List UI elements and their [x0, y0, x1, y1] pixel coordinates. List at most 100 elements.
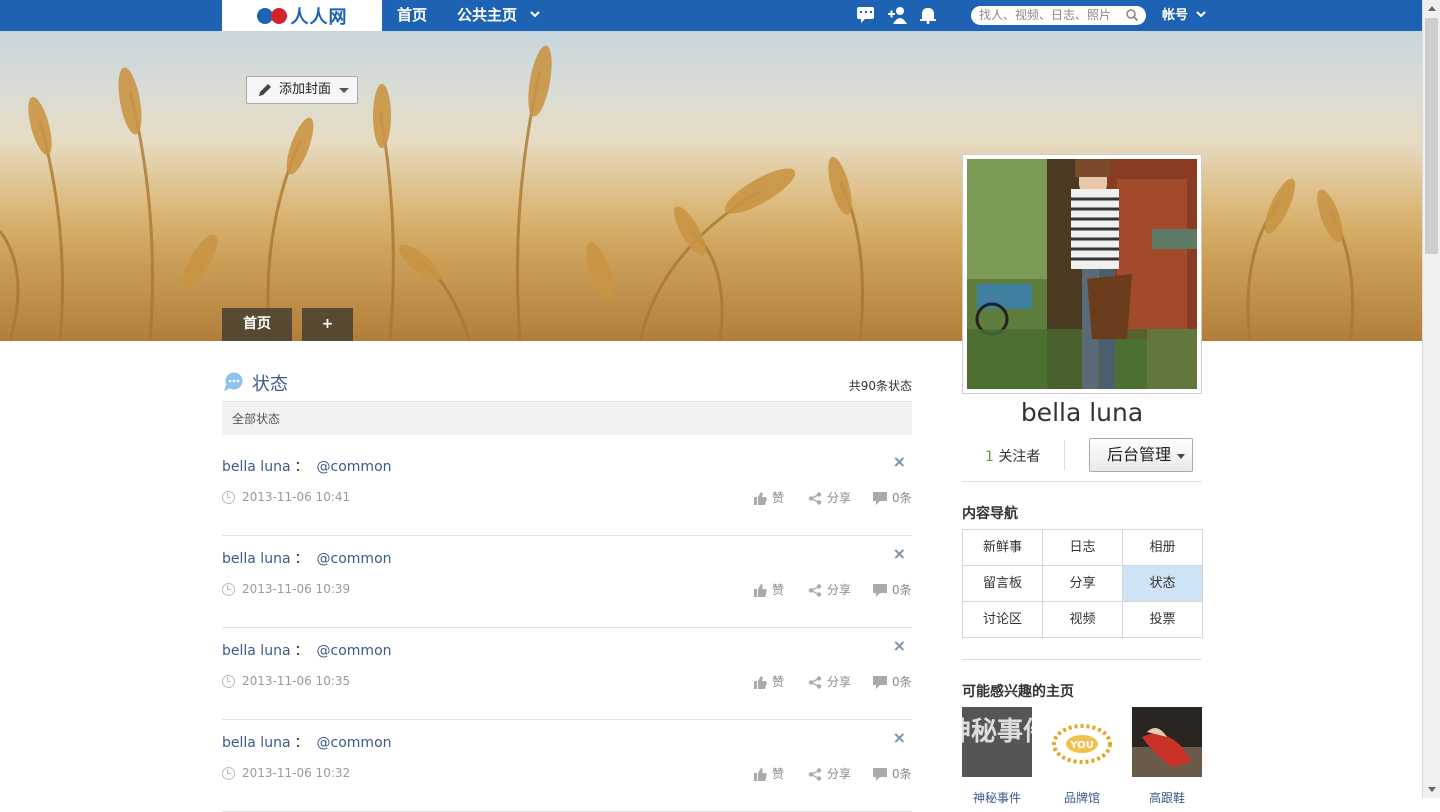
search-placeholder: 找人、视频、日志、照片	[979, 8, 1112, 22]
nav-home-link[interactable]: 首页	[397, 0, 427, 31]
search-icon[interactable]	[1126, 9, 1138, 21]
thumb-text: 神秘事件	[962, 716, 1032, 747]
content-nav-grid: 新鲜事 日志 相册留言板 分享 状态讨论区 视频 投票	[962, 529, 1203, 638]
share-button[interactable]: 分享	[808, 581, 851, 598]
thumbs-up-icon	[754, 492, 767, 505]
status-content: bella luna： @common	[222, 548, 392, 568]
status-author-link[interactable]: bella luna	[222, 735, 291, 751]
comment-count: 0条	[892, 583, 912, 597]
status-colon: ：	[294, 551, 309, 567]
search-input[interactable]: 找人、视频、日志、照片	[971, 6, 1146, 25]
content-nav-album[interactable]: 相册	[1123, 530, 1203, 566]
chevron-down-icon	[530, 11, 540, 18]
tab-home[interactable]: 首页	[222, 308, 292, 341]
page-scrollbar[interactable]	[1422, 0, 1440, 798]
clock-icon	[222, 491, 235, 504]
share-button[interactable]: 分享	[808, 673, 851, 690]
comment-button[interactable]: 0条	[873, 581, 912, 598]
comment-count: 0条	[892, 767, 912, 781]
status-time-text: 2013-11-06 10:41	[242, 490, 351, 504]
like-button[interactable]: 赞	[754, 765, 784, 782]
comment-icon	[873, 676, 887, 689]
like-button[interactable]: 赞	[754, 673, 784, 690]
content-nav-status[interactable]: 状态	[1123, 566, 1203, 602]
recommended-page[interactable]: 高跟鞋	[1132, 707, 1202, 806]
status-mention-link[interactable]: @common	[317, 735, 392, 751]
tab-add[interactable]: +	[302, 308, 353, 341]
renren-logo-icon	[256, 6, 289, 26]
status-author-link[interactable]: bella luna	[222, 643, 291, 659]
logo-text: 人人网	[290, 6, 348, 28]
cover-banner: 添加封面 首页 +	[0, 31, 1422, 341]
comment-icon	[873, 492, 887, 505]
clock-icon	[222, 675, 235, 688]
share-button[interactable]: 分享	[808, 489, 851, 506]
clock-icon	[222, 583, 235, 596]
status-mention-link[interactable]: @common	[317, 643, 392, 659]
share-button[interactable]: 分享	[808, 765, 851, 782]
content-nav-vote[interactable]: 投票	[1123, 602, 1203, 638]
admin-button[interactable]: 后台管理	[1089, 438, 1193, 472]
status-timestamp: 2013-11-06 10:35	[222, 674, 350, 688]
recommended-page[interactable]: YOU 品牌馆	[1047, 707, 1117, 806]
status-timestamp: 2013-11-06 10:39	[222, 582, 350, 596]
speech-bubble-icon	[224, 372, 243, 391]
like-label: 赞	[772, 767, 785, 781]
status-colon: ：	[294, 735, 309, 751]
content-nav-share[interactable]: 分享	[1043, 566, 1123, 602]
scroll-down-arrow-icon[interactable]	[1428, 787, 1436, 792]
delete-status-icon[interactable]: ×	[893, 452, 906, 471]
add-friend-icon[interactable]	[887, 6, 907, 24]
comment-icon	[873, 584, 887, 597]
status-mention-link[interactable]: @common	[317, 551, 392, 567]
pencil-icon	[259, 84, 271, 96]
scroll-up-arrow-icon[interactable]	[1428, 6, 1436, 11]
nav-public-pages-link[interactable]: 公共主页	[457, 0, 540, 31]
renren-logo[interactable]: 人人网	[222, 0, 382, 31]
scrollbar-thumb[interactable]	[1425, 18, 1438, 254]
content-nav-blog[interactable]: 日志	[1043, 530, 1123, 566]
status-filter-bar[interactable]: 全部状态	[222, 401, 912, 435]
like-label: 赞	[772, 583, 785, 597]
recommended-page-thumbnail	[1132, 707, 1202, 777]
status-time-text: 2013-11-06 10:32	[242, 766, 351, 780]
status-mention-link[interactable]: @common	[317, 459, 392, 475]
add-cover-button[interactable]: 添加封面	[246, 76, 358, 104]
profile-avatar[interactable]	[962, 154, 1202, 394]
status-item: bella luna： @common × 2013-11-06 10:32 赞 分享 0条	[222, 720, 912, 812]
thumbs-up-icon	[754, 768, 767, 781]
comment-button[interactable]: 0条	[873, 673, 912, 690]
comment-button[interactable]: 0条	[873, 489, 912, 506]
recommend-title: 可能感兴趣的主页	[962, 684, 1074, 700]
like-button[interactable]: 赞	[754, 489, 784, 506]
chat-icon[interactable]	[856, 6, 876, 24]
share-label: 分享	[827, 491, 852, 505]
follower-count: 1	[985, 449, 994, 465]
recommended-page[interactable]: 神秘事件 神秘事件	[945, 707, 1049, 806]
account-label: 帐号	[1162, 8, 1189, 23]
status-author-link[interactable]: bella luna	[222, 459, 291, 475]
bell-icon[interactable]	[918, 6, 938, 24]
status-count: 共90条状态	[848, 379, 912, 393]
status-author-link[interactable]: bella luna	[222, 551, 291, 567]
comment-icon	[873, 768, 887, 781]
thumb-text: YOU	[1069, 740, 1094, 751]
delete-status-icon[interactable]: ×	[893, 728, 906, 747]
followers-link[interactable]: 1 关注者	[985, 446, 1040, 466]
content-nav-video[interactable]: 视频	[1043, 602, 1123, 638]
content-nav-discussion[interactable]: 讨论区	[963, 602, 1043, 638]
status-colon: ：	[294, 643, 309, 659]
add-cover-label: 添加封面	[279, 82, 332, 97]
like-button[interactable]: 赞	[754, 581, 784, 598]
delete-status-icon[interactable]: ×	[893, 544, 906, 563]
status-colon: ：	[294, 459, 309, 475]
content-nav-news-feed[interactable]: 新鲜事	[963, 530, 1043, 566]
content-nav-message-board[interactable]: 留言板	[963, 566, 1043, 602]
delete-status-icon[interactable]: ×	[893, 636, 906, 655]
status-time-text: 2013-11-06 10:35	[242, 674, 351, 688]
comment-button[interactable]: 0条	[873, 765, 912, 782]
share-label: 分享	[827, 675, 852, 689]
top-navigation-bar: 人人网 首页 公共主页 找人、视频、日志、照片 帐号	[0, 0, 1422, 31]
account-menu[interactable]: 帐号	[1162, 0, 1206, 31]
follower-label: 关注者	[998, 449, 1041, 465]
